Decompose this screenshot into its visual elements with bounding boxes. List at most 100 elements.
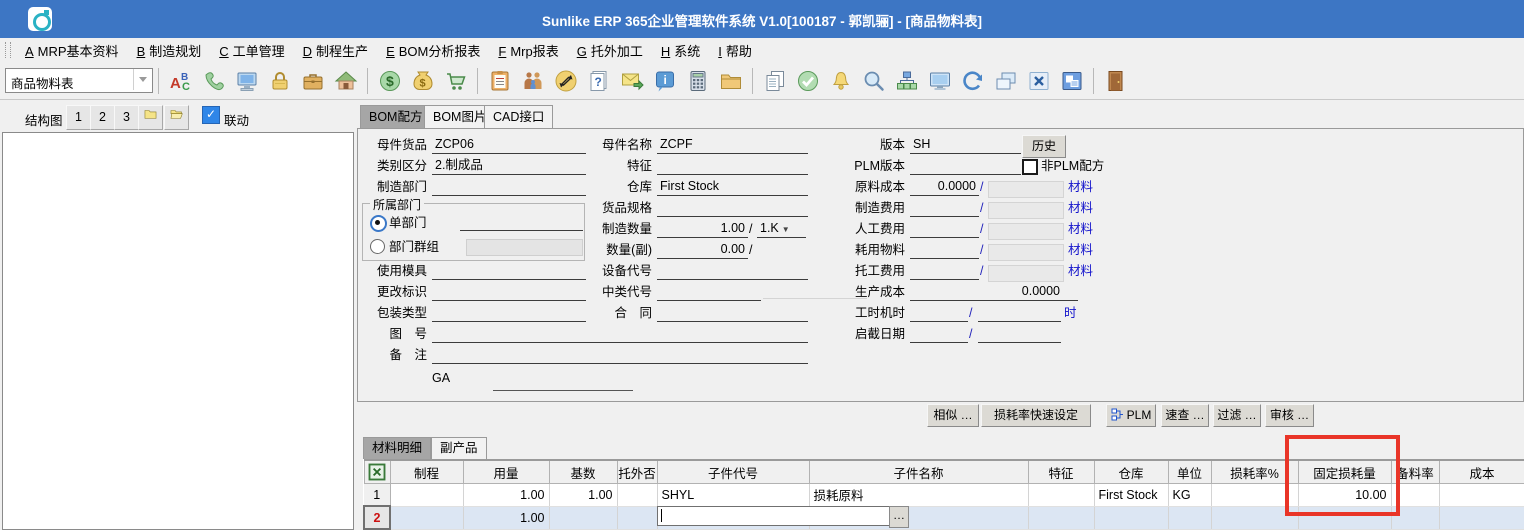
menu-item-bom-reports[interactable]: EBOM分析报表 xyxy=(377,41,489,60)
dropdown-arrow-icon[interactable]: ▼ xyxy=(782,225,790,234)
cell-feature[interactable] xyxy=(1028,506,1094,529)
mail-forward-icon[interactable] xyxy=(618,66,645,96)
lock-icon[interactable] xyxy=(266,66,293,96)
mid-class-field[interactable] xyxy=(657,283,761,301)
copy-docs-icon[interactable] xyxy=(761,66,788,96)
spec-field[interactable] xyxy=(657,199,808,217)
version-field[interactable]: SH xyxy=(910,136,1021,154)
package-type-field[interactable] xyxy=(432,304,586,322)
quick-search-button[interactable]: 速查 … xyxy=(1161,404,1209,427)
cell-cost[interactable] xyxy=(1439,506,1524,529)
parent-item-field[interactable]: ZCP06 xyxy=(432,136,586,154)
computer-icon[interactable] xyxy=(233,66,260,96)
cell-child-code[interactable]: SHYL xyxy=(657,484,809,507)
cell-prep-rate[interactable] xyxy=(1391,484,1439,507)
money-bag-icon[interactable]: $ xyxy=(409,66,436,96)
dept-group-radio[interactable] xyxy=(370,239,385,254)
raw-cost-field[interactable]: 0.0000 xyxy=(910,178,979,196)
tab-byproduct[interactable]: 副产品 xyxy=(431,437,487,459)
folder-icon[interactable] xyxy=(717,66,744,96)
briefcase-icon[interactable] xyxy=(299,66,326,96)
font-abc-icon[interactable]: ABC xyxy=(167,66,194,96)
loss-rate-quick-set-button[interactable]: 损耗率快速设定 xyxy=(981,404,1091,427)
refresh-icon[interactable] xyxy=(959,66,986,96)
col-feature[interactable]: 特征 xyxy=(1028,460,1094,484)
filter-button[interactable]: 过滤 … xyxy=(1213,404,1261,427)
mfg-qty-field[interactable]: 1.00 xyxy=(657,220,748,238)
tab-cad-interface[interactable]: CAD接口 xyxy=(484,105,553,129)
contract-field[interactable] xyxy=(657,304,808,322)
menu-item-outsourcing[interactable]: G托外加工 xyxy=(568,41,652,60)
outsource-fee-field[interactable] xyxy=(910,262,979,280)
feature-field[interactable] xyxy=(657,157,808,175)
cell-child-name[interactable]: 损耗原料 xyxy=(809,484,1028,507)
cell-warehouse[interactable]: First Stock xyxy=(1094,484,1168,507)
phone-icon[interactable] xyxy=(200,66,227,96)
col-loss-rate[interactable]: 损耗率% xyxy=(1211,460,1298,484)
mfg-qty-unit-dropdown[interactable]: 1.K▼ xyxy=(757,220,806,238)
cell-fixed-loss[interactable] xyxy=(1298,506,1391,529)
row-number[interactable]: 2 xyxy=(364,506,390,529)
module-combobox[interactable]: 商品物料表 xyxy=(5,68,153,93)
help-doc-icon[interactable]: ? xyxy=(585,66,612,96)
shopping-cart-icon[interactable] xyxy=(442,66,469,96)
grip-handle[interactable] xyxy=(5,42,11,58)
cell-outsourced[interactable] xyxy=(617,506,657,529)
cell-cost[interactable] xyxy=(1439,484,1524,507)
col-base[interactable]: 基数 xyxy=(549,460,617,484)
col-outsourced[interactable]: 托外否 xyxy=(617,460,657,484)
cell-process[interactable] xyxy=(390,506,463,529)
tree-level-2-button[interactable]: 2 xyxy=(90,105,115,130)
col-unit[interactable]: 单位 xyxy=(1168,460,1211,484)
production-cost-field[interactable]: 0.0000 xyxy=(910,283,1078,301)
labor-fee-material-link[interactable]: 材料 xyxy=(1068,221,1093,237)
cell-base[interactable]: 1.00 xyxy=(549,484,617,507)
col-usage[interactable]: 用量 xyxy=(463,460,549,484)
col-prep-rate[interactable]: 备料率 xyxy=(1391,460,1439,484)
plm-version-field[interactable] xyxy=(910,157,1021,175)
cell-unit[interactable]: KG xyxy=(1168,484,1211,507)
col-warehouse[interactable]: 仓库 xyxy=(1094,460,1168,484)
menu-item-process-prod[interactable]: D制程生产 xyxy=(294,41,377,60)
sub-qty-field[interactable]: 0.00 xyxy=(657,241,748,259)
org-tree-icon[interactable] xyxy=(893,66,920,96)
dollar-coin-icon[interactable]: $ xyxy=(376,66,403,96)
menu-item-mrp-reports[interactable]: FMrp报表 xyxy=(489,41,567,60)
device-code-field[interactable] xyxy=(657,262,808,280)
cell-unit[interactable] xyxy=(1168,506,1211,529)
cascade-windows-icon[interactable] xyxy=(992,66,1019,96)
child-code-lookup-button[interactable]: … xyxy=(889,506,909,528)
col-cost[interactable]: 成本 xyxy=(1439,460,1524,484)
consumables-material-link[interactable]: 材料 xyxy=(1068,242,1093,258)
exit-door-icon[interactable] xyxy=(1102,66,1129,96)
cell-base[interactable] xyxy=(549,506,617,529)
cell-prep-rate[interactable] xyxy=(1391,506,1439,529)
expand-folder-button[interactable] xyxy=(164,105,189,130)
single-dept-radio[interactable] xyxy=(370,215,387,232)
tree-level-1-button[interactable]: 1 xyxy=(66,105,91,130)
col-fixed-loss[interactable]: 固定损耗量 xyxy=(1298,460,1391,484)
cell-fixed-loss[interactable]: 10.00 xyxy=(1298,484,1391,507)
warehouse-field[interactable]: First Stock xyxy=(657,178,808,196)
child-code-edit-input[interactable] xyxy=(657,506,890,526)
date-range-end-field[interactable] xyxy=(978,325,1061,343)
work-hours-field1[interactable] xyxy=(910,304,968,322)
swap-arrows-icon[interactable] xyxy=(552,66,579,96)
excel-export-button[interactable] xyxy=(364,460,390,484)
mfg-dept-field[interactable] xyxy=(432,178,586,196)
cell-process[interactable] xyxy=(390,484,463,507)
ga-underline-field[interactable] xyxy=(493,375,633,391)
check-circle-icon[interactable] xyxy=(794,66,821,96)
change-flag-field[interactable] xyxy=(432,283,586,301)
col-process[interactable]: 制程 xyxy=(390,460,463,484)
single-dept-field[interactable] xyxy=(460,213,583,231)
col-child-code[interactable]: 子件代号 xyxy=(657,460,809,484)
plm-button[interactable]: PLM xyxy=(1106,404,1156,427)
consumables-field[interactable] xyxy=(910,241,979,259)
chevron-down-icon[interactable] xyxy=(133,69,152,90)
col-child-name[interactable]: 子件名称 xyxy=(809,460,1028,484)
work-hours-field2[interactable] xyxy=(978,304,1061,322)
parent-name-field[interactable]: ZCPF xyxy=(657,136,808,154)
drawing-no-field[interactable] xyxy=(432,325,808,343)
mold-field[interactable] xyxy=(432,262,586,280)
